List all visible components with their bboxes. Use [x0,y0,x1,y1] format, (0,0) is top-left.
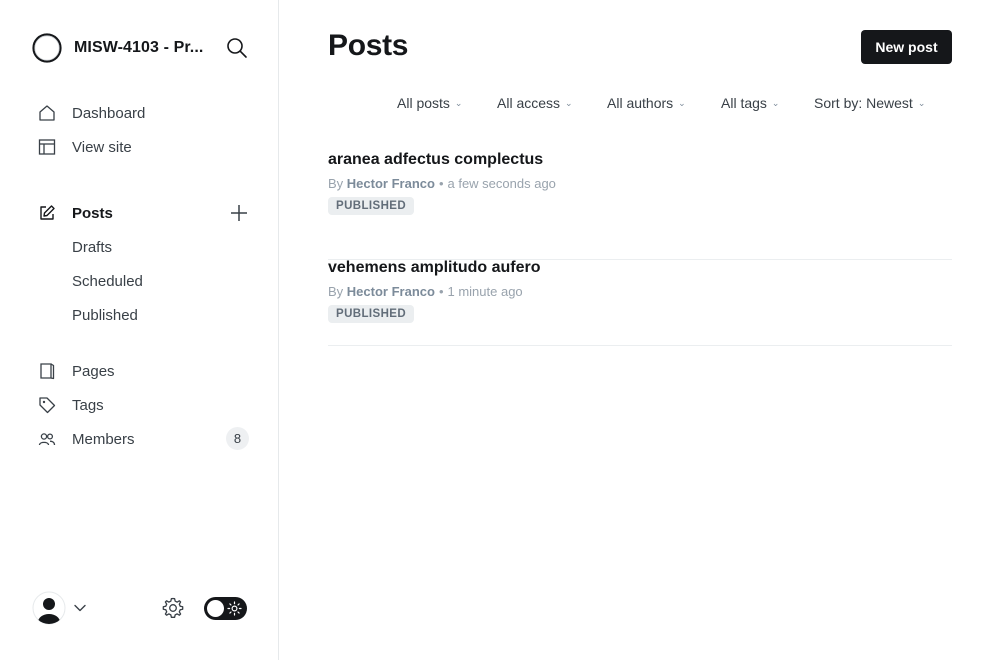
filter-label: All tags [721,95,767,111]
sidebar-item-label: Members [72,431,135,448]
chevron-down-icon: ⌄ [454,98,463,108]
status-badge: PUBLISHED [328,305,415,323]
sidebar-item-posts[interactable]: Posts [32,198,250,228]
sun-icon [227,601,242,616]
sidebar-item-members[interactable]: Members [32,424,250,454]
post-author: Hector Franco [346,284,435,299]
page-title: Posts [328,29,409,62]
chevron-down-icon: ⌄ [771,98,780,108]
sidebar-item-published[interactable]: Published [72,307,138,324]
filter-access[interactable]: All access ⌄ [497,95,573,111]
post-time: a few seconds ago [447,176,556,191]
members-icon [38,433,56,446]
sidebar: MISW-4103 - Pr... Dashboard View site Po… [0,0,279,660]
by-label: By [328,176,344,191]
site-title[interactable]: MISW-4103 - Pr... [74,39,203,57]
filter-label: All authors [607,95,674,111]
post-author: Hector Franco [346,176,435,191]
sidebar-item-drafts[interactable]: Drafts [72,239,112,256]
sidebar-item-pages[interactable]: Pages [32,356,250,386]
edit-icon [40,205,55,220]
app: MISW-4103 - Pr... Dashboard View site Po… [0,0,1000,660]
sidebar-item-label: Tags [72,397,104,414]
layout-icon [38,139,56,155]
filter-label: All access [497,95,561,111]
sidebar-item-dashboard[interactable]: Dashboard [32,98,250,128]
chevron-down-icon: ⌄ [917,98,926,108]
members-count-badge: 8 [226,427,249,450]
new-post-button[interactable]: New post [861,30,952,64]
site-logo-icon[interactable] [32,33,62,63]
list-item[interactable]: vehemens amplitudo aufero By Hector Fran… [328,259,952,346]
list-item[interactable]: aranea adfectus complectus By Hector Fra… [328,151,952,260]
separator-dot: • [438,176,444,191]
post-title[interactable]: aranea adfectus complectus [328,151,543,169]
post-title[interactable]: vehemens amplitudo aufero [328,259,541,277]
gear-icon[interactable] [161,596,185,620]
sidebar-item-tags[interactable]: Tags [32,390,250,420]
page-icon [40,363,55,380]
avatar[interactable] [32,591,66,625]
tag-icon [39,397,56,414]
post-meta: By Hector Franco • 1 minute ago [328,284,523,299]
site-header: MISW-4103 - Pr... [32,32,248,64]
search-icon[interactable] [226,37,248,59]
sidebar-item-label: Dashboard [72,105,146,122]
post-time: 1 minute ago [447,284,523,299]
chevron-down-icon: ⌄ [565,98,573,108]
chevron-down-icon[interactable] [73,601,87,615]
sidebar-item-label: View site [72,139,132,156]
add-post-icon[interactable] [228,202,250,224]
filter-authors[interactable]: All authors ⌄ [607,95,686,111]
sidebar-item-label: Pages [72,363,115,380]
post-meta: By Hector Franco • a few seconds ago [328,176,556,191]
sidebar-item-view-site[interactable]: View site [32,132,250,162]
chevron-down-icon: ⌄ [678,98,686,108]
filter-label: All posts [397,95,450,111]
filter-sort[interactable]: Sort by: Newest ⌄ [814,95,925,111]
theme-toggle[interactable] [204,597,247,620]
toggle-knob [207,600,224,617]
filter-post-type[interactable]: All posts ⌄ [397,95,462,111]
filter-tags[interactable]: All tags ⌄ [721,95,779,111]
sidebar-item-label: Posts [72,205,113,222]
filter-label: Sort by: Newest [814,95,913,111]
separator-dot: • [438,284,444,299]
status-badge: PUBLISHED [328,197,415,215]
house-icon [39,105,55,121]
by-label: By [328,284,344,299]
sidebar-item-scheduled[interactable]: Scheduled [72,273,143,290]
